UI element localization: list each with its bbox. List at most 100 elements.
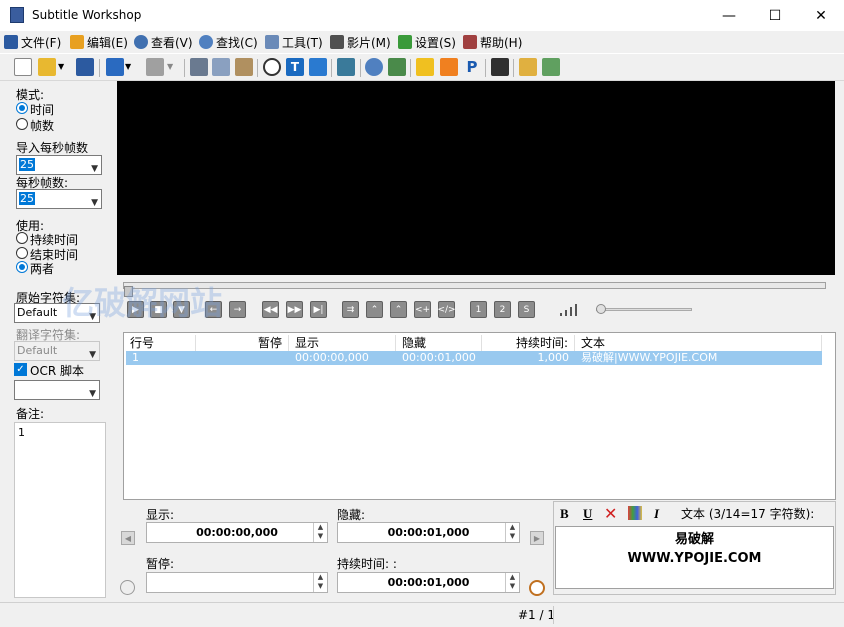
set-hide-icon[interactable]: </> xyxy=(437,301,456,318)
next-subtitle-icon[interactable]: ▶ xyxy=(530,531,544,545)
status-bar: #1 / 1 xyxy=(0,602,844,627)
bold-button[interactable]: B xyxy=(560,506,569,522)
watermark: 亿破解网站 xyxy=(62,284,223,322)
maximize-button[interactable]: ☐ xyxy=(752,0,798,31)
show-label: 显示: xyxy=(146,508,175,522)
end-subtitle-icon[interactable]: ⌃ xyxy=(390,301,407,318)
italic-button[interactable]: I xyxy=(654,506,659,522)
new-file-icon[interactable] xyxy=(14,58,32,76)
show-time-input[interactable]: 00:00:00,000 ▲ ▼ xyxy=(146,522,328,543)
save-icon[interactable] xyxy=(76,58,94,76)
warning-icon[interactable] xyxy=(416,58,434,76)
text-icon[interactable]: T xyxy=(286,58,304,76)
use-both-radio[interactable] xyxy=(16,261,28,273)
menu-search[interactable]: 查找(C) xyxy=(199,33,258,51)
open-folder-icon[interactable] xyxy=(38,58,56,76)
video-preview[interactable] xyxy=(117,81,835,275)
col-header-num[interactable]: 行号 xyxy=(124,335,196,352)
copy-icon[interactable] xyxy=(212,58,230,76)
undo-icon[interactable] xyxy=(106,58,124,76)
menu-settings[interactable]: 设置(S) xyxy=(398,33,456,51)
subtitle-1-icon[interactable]: 1 xyxy=(470,301,487,318)
use-end-radio[interactable] xyxy=(16,247,28,259)
hide-label: 隐藏: xyxy=(337,508,366,522)
use-duration-radio[interactable] xyxy=(16,232,28,244)
next-frame-icon[interactable]: ▶| xyxy=(310,301,327,318)
menu-help[interactable]: 帮助(H) xyxy=(463,33,522,51)
notes-label: 备注: xyxy=(16,407,45,421)
volume-thumb[interactable] xyxy=(596,304,606,314)
duration-spinner[interactable]: ▲ ▼ xyxy=(505,573,519,592)
add-subtitle-icon[interactable]: <+ xyxy=(414,301,431,318)
subtitle-s-icon[interactable]: S xyxy=(518,301,535,318)
open-dropdown-icon[interactable]: ▼ xyxy=(58,58,68,76)
info-icon[interactable] xyxy=(440,58,458,76)
paste-icon[interactable] xyxy=(235,58,253,76)
seek-bar[interactable] xyxy=(123,282,826,289)
spellcheck-icon[interactable] xyxy=(388,58,406,76)
col-header-show[interactable]: 显示 xyxy=(289,335,396,352)
fast-forward-icon[interactable]: ▶▶ xyxy=(286,301,303,318)
clock-icon[interactable] xyxy=(529,580,545,596)
subtitle-2-icon[interactable]: 2 xyxy=(494,301,511,318)
show-spinner[interactable]: ▲ ▼ xyxy=(313,523,327,542)
book-icon xyxy=(463,35,477,49)
title-bar: Subtitle Workshop — ☐ ✕ xyxy=(0,0,844,31)
magnifier-icon xyxy=(199,35,213,49)
close-button[interactable]: ✕ xyxy=(798,0,844,31)
pascal-script-icon[interactable]: P xyxy=(463,58,481,76)
cell-hide: 00:00:01,000 xyxy=(402,351,476,364)
speech-bubble-icon[interactable] xyxy=(309,58,327,76)
subtitle-list[interactable]: 行号 暂停 显示 隐藏 持续时间: 文本 1 00:00:00,000 00:0… xyxy=(123,332,836,500)
set-show-icon[interactable]: ⇉ xyxy=(342,301,359,318)
search-icon[interactable] xyxy=(365,58,383,76)
check-folder-icon[interactable] xyxy=(519,58,537,76)
chevron-down-icon: ▼ xyxy=(89,389,96,399)
import-fps-combo[interactable]: 25 ▼ xyxy=(16,155,102,175)
duration-input[interactable]: 00:00:01,000 ▲ ▼ xyxy=(337,572,520,593)
clock-icon[interactable] xyxy=(120,580,135,595)
cut-icon[interactable] xyxy=(190,58,208,76)
hide-time-input[interactable]: 00:00:01,000 ▲ ▼ xyxy=(337,522,520,543)
col-header-hide[interactable]: 隐藏 xyxy=(396,335,482,352)
menu-edit[interactable]: 编辑(E) xyxy=(70,33,128,51)
save-icon xyxy=(4,35,18,49)
ocr-script-combo[interactable]: ▼ xyxy=(14,380,100,400)
fast-rewind-icon[interactable]: ◀◀ xyxy=(262,301,279,318)
mode-frames-radio[interactable] xyxy=(16,118,28,130)
minimize-button[interactable]: — xyxy=(706,0,752,31)
check-list-icon[interactable] xyxy=(542,58,560,76)
clock-icon[interactable] xyxy=(263,58,281,76)
trans-charset-combo[interactable]: Default ▼ xyxy=(14,341,100,361)
film-icon[interactable] xyxy=(491,58,509,76)
menu-tools[interactable]: 工具(T) xyxy=(265,33,323,51)
menu-movie[interactable]: 影片(M) xyxy=(330,33,391,51)
prev-subtitle-icon[interactable]: ◀ xyxy=(121,531,135,545)
hide-spinner[interactable]: ▲ ▼ xyxy=(505,523,519,542)
subtitle-text-input[interactable]: 易破解 WWW.YPOJIE.COM xyxy=(555,526,834,589)
menu-view[interactable]: 查看(V) xyxy=(134,33,193,51)
import-fps-label: 导入每秒帧数 xyxy=(16,141,89,155)
pause-spinner[interactable]: ▲ ▼ xyxy=(313,573,327,592)
col-header-text[interactable]: 文本 xyxy=(575,335,822,352)
clear-format-icon[interactable]: ✕ xyxy=(604,504,617,523)
forward-icon[interactable]: → xyxy=(229,301,246,318)
notes-textarea[interactable]: 1 xyxy=(14,422,106,598)
mode-time-radio[interactable] xyxy=(16,102,28,114)
redo-dropdown-icon[interactable]: ▼ xyxy=(167,58,177,76)
start-subtitle-icon[interactable]: ⌃ xyxy=(366,301,383,318)
menu-file[interactable]: 文件(F) xyxy=(4,33,61,51)
undo-dropdown-icon[interactable]: ▼ xyxy=(125,58,135,76)
underline-button[interactable]: U xyxy=(583,506,592,522)
ocr-checkbox[interactable]: ✓ xyxy=(14,363,27,376)
fps-combo[interactable]: 25 ▼ xyxy=(16,189,102,209)
cell-show: 00:00:00,000 xyxy=(295,351,369,364)
use-both-label: 两者 xyxy=(30,262,55,276)
redo-icon[interactable] xyxy=(146,58,164,76)
col-header-duration[interactable]: 持续时间: xyxy=(482,335,575,352)
translate-icon[interactable] xyxy=(337,58,355,76)
pause-input[interactable]: ▲ ▼ xyxy=(146,572,328,593)
col-header-pause[interactable]: 暂停 xyxy=(196,335,289,352)
color-palette-icon[interactable] xyxy=(628,506,642,520)
volume-slider[interactable] xyxy=(596,308,692,311)
